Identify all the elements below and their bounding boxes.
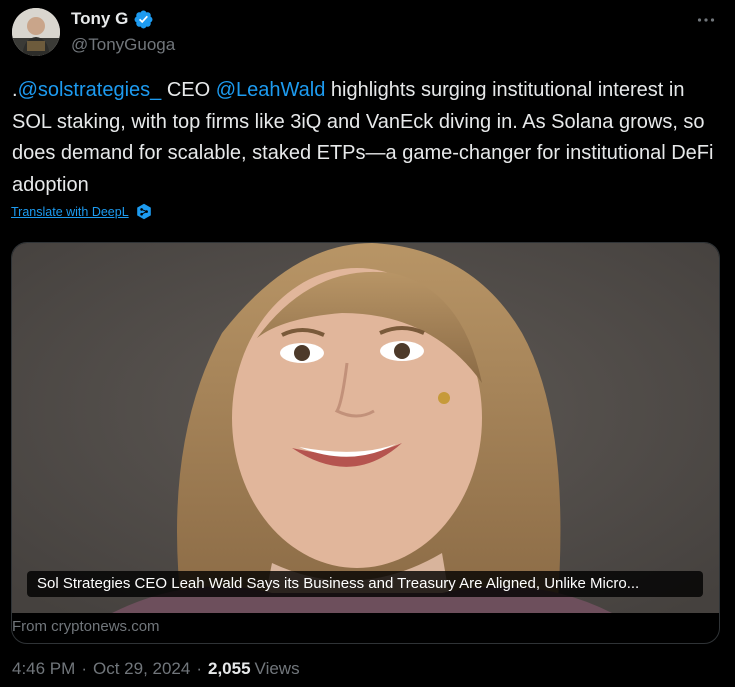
more-dots-icon: [697, 18, 715, 22]
views-count[interactable]: 2,055: [208, 659, 251, 679]
tweet-text-part-1: CEO: [161, 79, 216, 101]
author-handle[interactable]: @TonyGuoga: [71, 35, 175, 55]
views-label: Views: [254, 659, 300, 678]
meta-separator: ·: [81, 659, 87, 678]
more-options-button[interactable]: [695, 10, 717, 30]
tweet-text: .@solstrategies_ CEO @LeahWald highlight…: [12, 75, 724, 201]
author-name-row[interactable]: Tony G: [71, 8, 154, 30]
card-title[interactable]: Sol Strategies CEO Leah Wald Says its Bu…: [27, 571, 703, 597]
avatar-image: [12, 8, 60, 56]
verified-badge-icon: [134, 10, 153, 28]
tweet-time[interactable]: 4:46 PM: [12, 659, 75, 679]
mention-leahwald[interactable]: @LeahWald: [216, 79, 326, 101]
meta-separator: ·: [196, 659, 202, 678]
translate-row: Translate with DeepL: [11, 203, 152, 220]
translate-link[interactable]: Translate with DeepL: [11, 205, 129, 219]
avatar[interactable]: [12, 8, 60, 56]
mention-solstrategies[interactable]: @solstrategies_: [18, 79, 162, 101]
card-image: [12, 243, 719, 613]
deepl-icon: [136, 203, 151, 220]
tweet-date[interactable]: Oct 29, 2024: [93, 659, 190, 679]
author-display-name[interactable]: Tony G: [71, 9, 128, 29]
card-source[interactable]: From cryptonews.com: [12, 618, 160, 635]
tweet-meta: 4:46 PM · Oct 29, 2024 · 2,055 Views: [12, 659, 300, 679]
